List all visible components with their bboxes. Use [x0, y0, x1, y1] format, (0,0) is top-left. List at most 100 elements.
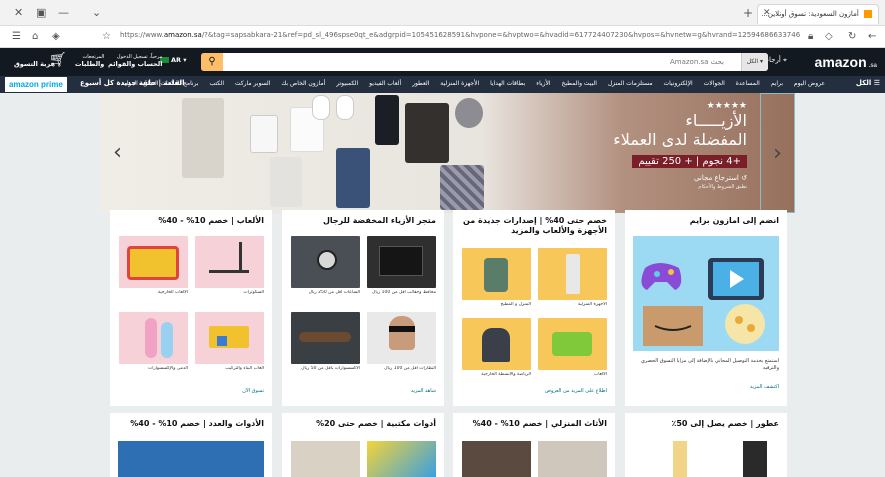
- location-pin-icon: ⌖: [783, 56, 787, 64]
- amazon-logo[interactable]: amazon .sa: [815, 54, 877, 70]
- card-more-link[interactable]: شاهد المزيد: [411, 388, 436, 394]
- card-title: الأثاث المنزلي | خصم 10% - 40%: [472, 419, 607, 428]
- perfume-image-2: [673, 441, 687, 477]
- search-icon: ⚲: [208, 56, 216, 67]
- tile[interactable]: الدمى والإكسسوارات: [119, 312, 188, 371]
- tile[interactable]: السكوترات: [195, 236, 264, 295]
- tile-label: الرياضة والأنشطة الخارجية: [481, 372, 531, 377]
- nav-item[interactable]: البيت والمطبخ: [562, 80, 597, 87]
- url-domain: amazon.sa: [163, 31, 202, 39]
- hero-banner[interactable]: ★★★★★ الأزيـــــاء المفضلة لدى العملاء +…: [100, 93, 795, 213]
- search-button[interactable]: ⚲: [201, 53, 223, 71]
- shoes-image: [405, 103, 449, 163]
- tile[interactable]: الرياضة والأنشطة الخارجية: [462, 318, 531, 377]
- nav-item[interactable]: مستلزمات المنزل: [608, 80, 653, 87]
- back-icon[interactable]: ←: [868, 31, 876, 42]
- rating-stars: ★★★★★: [706, 101, 747, 111]
- amazon-header: amazon.sa ⌖ أرجاء تغيير عنوانك ⚲ Amazon.…: [0, 48, 885, 76]
- lock-icon[interactable]: 🔒︎: [808, 31, 813, 42]
- tile-image: [367, 236, 436, 288]
- tile-label: ألعاب البناء والتركيب: [225, 366, 264, 371]
- card-more-link[interactable]: تسوق الآن: [242, 388, 264, 394]
- tile[interactable]: الاكسسوارات بأقل من 50 ريال: [291, 312, 360, 371]
- bookmark-star-icon[interactable]: ☆: [102, 31, 111, 42]
- tile-image: [195, 236, 264, 288]
- nav-item[interactable]: عروض اليوم: [794, 80, 825, 87]
- nav-item[interactable]: الأزياء: [536, 80, 550, 87]
- prime-logo[interactable]: amazon prime: [5, 77, 67, 92]
- card-perfume[interactable]: عطور | خصم يصل إلى 50٪: [625, 413, 787, 477]
- nav-all-menu[interactable]: ☰ الكل: [856, 79, 880, 87]
- home-icon[interactable]: ⌂: [32, 31, 38, 42]
- nav-item[interactable]: الأجهزة المنزلية: [440, 80, 479, 87]
- card-men-fashion[interactable]: متجر الأزياء المخفضة للرجال محافظ وحقائب…: [282, 210, 444, 406]
- reload-icon[interactable]: ↻: [848, 31, 856, 42]
- account-menu[interactable]: مرحباً، تسجيل الدخول الحساب والقوائم: [108, 54, 162, 68]
- tile[interactable]: المنزل و المطبخ: [462, 248, 531, 307]
- furniture-image: [538, 441, 607, 477]
- nav-item[interactable]: السوبر ماركت: [235, 80, 271, 87]
- sidebar-icon[interactable]: ☰: [12, 31, 21, 42]
- card-tools[interactable]: الأدوات والعدد | خصم 10% - 40%: [110, 413, 272, 477]
- coat-image: [182, 98, 224, 178]
- search-input[interactable]: Amazon.sa بحث: [670, 58, 724, 66]
- card-furniture[interactable]: الأثاث المنزلي | خصم 10% - 40%: [453, 413, 615, 477]
- tile[interactable]: محافظ وحقائب أقل من 100 ريال: [367, 236, 436, 295]
- hero-text: ★★★★★ الأزيـــــاء المفضلة لدى العملاء +…: [527, 101, 747, 190]
- url-field[interactable]: https://www.amazon.sa/?&tag=sapsabkara-2…: [120, 31, 800, 39]
- tile[interactable]: ألعاب البناء والتركيب: [195, 312, 264, 371]
- returns-orders[interactable]: المرتجعات والطلبات: [75, 54, 104, 68]
- nav-items: عروض اليوم برايم المساعدة الجوالات الإلك…: [112, 80, 825, 87]
- furniture-image-2: [462, 441, 531, 477]
- minimize-window-icon[interactable]: —: [58, 6, 69, 19]
- tile-label: الألعاب: [594, 372, 607, 377]
- tile[interactable]: الأجهزة المنزلية: [538, 248, 607, 307]
- cart-label[interactable]: عربة التسوق: [14, 60, 55, 68]
- tab-close-icon[interactable]: ✕: [763, 8, 771, 18]
- restore-window-icon[interactable]: ▣: [36, 6, 46, 19]
- account-sub: الحساب والقوائم: [108, 60, 163, 68]
- carousel-prev-button[interactable]: ‹: [100, 93, 135, 213]
- nav-item[interactable]: ألعاب الفيديو: [369, 80, 401, 87]
- tile[interactable]: الألعاب الخارجية: [119, 236, 188, 295]
- nav-item[interactable]: الكمبيوتر: [336, 80, 358, 87]
- nav-item[interactable]: الكتب: [209, 80, 224, 87]
- tile-label: الألعاب الخارجية: [157, 290, 188, 295]
- tile-image: [462, 248, 531, 300]
- hero-note: تطبق الشروط والأحكام: [698, 184, 747, 190]
- prime-blurb: استمتع بخدمة التوصيل المجاني بالإضافة إل…: [640, 358, 779, 371]
- nav-item[interactable]: أمازون الخاص بك: [281, 80, 325, 87]
- tile[interactable]: الألعاب: [538, 318, 607, 377]
- card-stationery[interactable]: أدوات مكتبية | خصم حتى 20%: [282, 413, 444, 477]
- tile-image: [462, 318, 531, 370]
- shield-icon[interactable]: ◈: [52, 31, 60, 42]
- tile[interactable]: الساعات أقل من 250 ريال: [291, 236, 360, 295]
- carousel-next-button[interactable]: ›: [760, 93, 795, 213]
- logo-text: amazon: [814, 54, 867, 70]
- card-more-link[interactable]: اطلاع على المزيد من العروض: [545, 388, 607, 394]
- nav-item[interactable]: الجوالات: [704, 80, 725, 87]
- card-title: الأدوات والعدد | خصم 10% - 40%: [130, 419, 264, 428]
- new-tab-button[interactable]: +: [743, 6, 753, 20]
- nav-item[interactable]: العطور: [412, 80, 429, 87]
- close-window-icon[interactable]: ✕: [14, 6, 23, 19]
- card-devices[interactable]: خصم حتى 40% | إصدارات جديدة من الأجهزة و…: [453, 210, 615, 406]
- browser-tab[interactable]: أمازون السعودية: تسوق أونلاين... ✕: [757, 4, 879, 24]
- search-category-select[interactable]: الكل ▾: [740, 53, 768, 71]
- nav-item[interactable]: برايم: [771, 80, 783, 87]
- tile-image: [538, 318, 607, 370]
- card-prime[interactable]: انضم إلى امازون برايم استمتع بخدمة التوص…: [625, 210, 787, 406]
- chevron-down-icon[interactable]: ⌄: [92, 6, 101, 19]
- nav-item[interactable]: بطاقات الهدايا: [490, 80, 525, 87]
- tile[interactable]: النظارات أقل من 100 ريال: [367, 312, 436, 371]
- language-selector[interactable]: AR ▾: [160, 56, 187, 64]
- sneakers-image-2: [336, 95, 354, 120]
- nav-item[interactable]: المساعدة: [736, 80, 760, 87]
- nav-promo-link[interactable]: القلعة | حلقة جديدة كل أسبوع: [80, 79, 185, 87]
- card-toys[interactable]: الألعاب | خصم 10% - 40% السكوترات الألعا…: [110, 210, 272, 406]
- tools-image: [118, 441, 264, 477]
- card-more-link[interactable]: اكتشف المزيد: [750, 384, 779, 390]
- free-return-label: استرجاع مجاني: [694, 174, 739, 182]
- nav-item[interactable]: الإلكترونيات: [663, 80, 692, 87]
- shield-check-icon[interactable]: ◇: [825, 31, 833, 42]
